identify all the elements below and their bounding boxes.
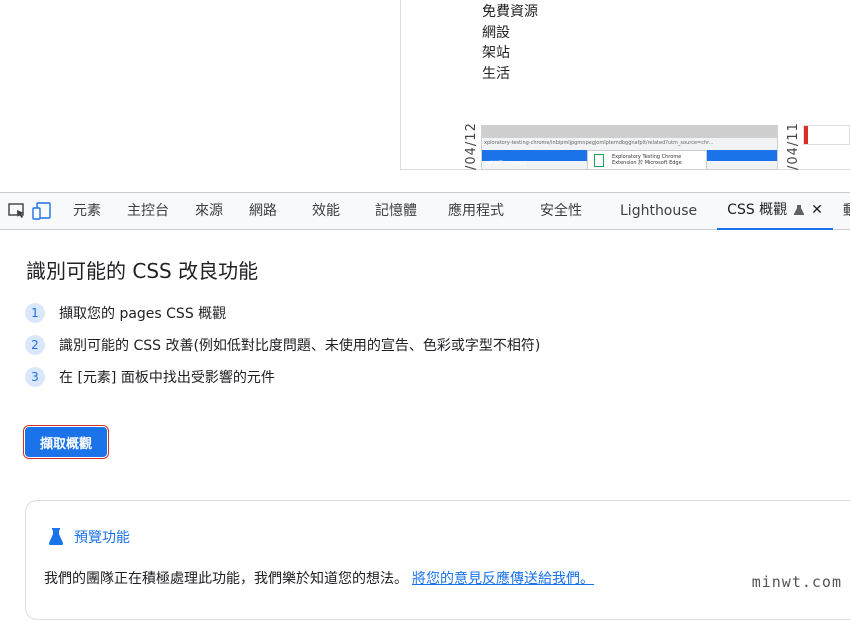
preview-message-text: 我們的團隊正在積極處理此功能，我們樂於知道您的想法。 (44, 571, 408, 587)
step-number: 3 (25, 367, 45, 387)
tab-css-overview[interactable]: CSS 概觀 ✕ (717, 192, 833, 230)
tab-lighthouse[interactable]: Lighthouse (600, 192, 717, 230)
close-icon[interactable]: ✕ (811, 191, 823, 229)
thumbnail-url: xploratory-testing-chrome/inbipmljpgmnpe… (484, 140, 714, 146)
feedback-link[interactable]: 將您的意見反應傳送給我們。 (412, 571, 594, 587)
preview-message: 我們的團隊正在積極處理此功能，我們樂於知道您的想法。將您的意見反應傳送給我們。 (44, 568, 594, 588)
step-text: 在 [元素] 面板中找出受影響的元件 (59, 367, 275, 387)
step-item: 1 擷取您的 pages CSS 概觀 (25, 297, 540, 329)
step-number: 1 (25, 303, 45, 323)
nav-item-site-building[interactable]: 架站 (482, 43, 538, 64)
post-date-right: /04/11 (786, 122, 801, 170)
css-overview-panel: 識別可能的 CSS 改良功能 1 擷取您的 pages CSS 概觀 2 識別可… (0, 231, 850, 595)
flask-icon (793, 204, 805, 216)
tab-sources[interactable]: 來源 (182, 192, 236, 230)
steps-list: 1 擷取您的 pages CSS 概觀 2 識別可能的 CSS 改善(例如低對比… (25, 297, 540, 393)
capture-overview-button[interactable]: 擷取概觀 (25, 427, 107, 457)
tab-animations[interactable]: 動畫 (833, 192, 850, 230)
tab-console[interactable]: 主控台 (114, 192, 182, 230)
post-date-left: /04/12 (464, 122, 479, 170)
thumbnail-card: Exploratory Testing Chrome Extension 於 M… (587, 150, 707, 170)
webpage-viewport: 免費資源 網設 架站 生活 /04/12 /04/11 xploratory-t… (0, 0, 850, 192)
step-text: 識別可能的 CSS 改善(例如低對比度問題、未使用的宣告、色彩或字型不相符) (59, 335, 540, 355)
step-text: 擷取您的 pages CSS 概觀 (59, 303, 226, 323)
thumbnail-add-bar: [新增至 Chrome] (486, 161, 526, 167)
tab-css-overview-label: CSS 概觀 (727, 191, 787, 229)
preview-feature-title: 預覽功能 (48, 527, 130, 547)
flask-icon (48, 528, 64, 546)
devtools-tabbar: 元素 主控台 來源 網路 效能 記憶體 應用程式 安全性 Lighthouse … (0, 192, 850, 230)
nav-item-web-design[interactable]: 網設 (482, 23, 538, 44)
preview-feature-label: 預覽功能 (74, 527, 130, 547)
device-toolbar-icon[interactable] (32, 200, 52, 222)
tab-security[interactable]: 安全性 (522, 192, 600, 230)
thumbnail-card-sub: Extension 於 Microsoft Edge (612, 160, 702, 166)
tab-application[interactable]: 應用程式 (430, 192, 522, 230)
post-thumbnail-2[interactable] (803, 125, 850, 145)
page-title: 識別可能的 CSS 改良功能 (26, 255, 258, 284)
tab-performance[interactable]: 效能 (290, 192, 362, 230)
tab-network[interactable]: 網路 (236, 192, 290, 230)
step-item: 2 識別可能的 CSS 改善(例如低對比度問題、未使用的宣告、色彩或字型不相符) (25, 329, 540, 361)
tab-memory[interactable]: 記憶體 (362, 192, 430, 230)
inspect-element-icon[interactable] (8, 200, 26, 222)
watermark: minwt.com (752, 573, 842, 591)
extension-icon (594, 154, 604, 167)
preview-feature-box: 預覽功能 我們的團隊正在積極處理此功能，我們樂於知道您的想法。將您的意見反應傳送… (25, 500, 850, 620)
tab-elements[interactable]: 元素 (60, 192, 114, 230)
nav-item-life[interactable]: 生活 (482, 64, 538, 85)
step-item: 3 在 [元素] 面板中找出受影響的元件 (25, 361, 540, 393)
step-number: 2 (25, 335, 45, 355)
nav-item-free-resources[interactable]: 免費資源 (482, 2, 538, 23)
post-thumbnail[interactable]: xploratory-testing-chrome/inbipmljpgmnpe… (481, 125, 778, 170)
site-nav: 免費資源 網設 架站 生活 (482, 2, 538, 84)
